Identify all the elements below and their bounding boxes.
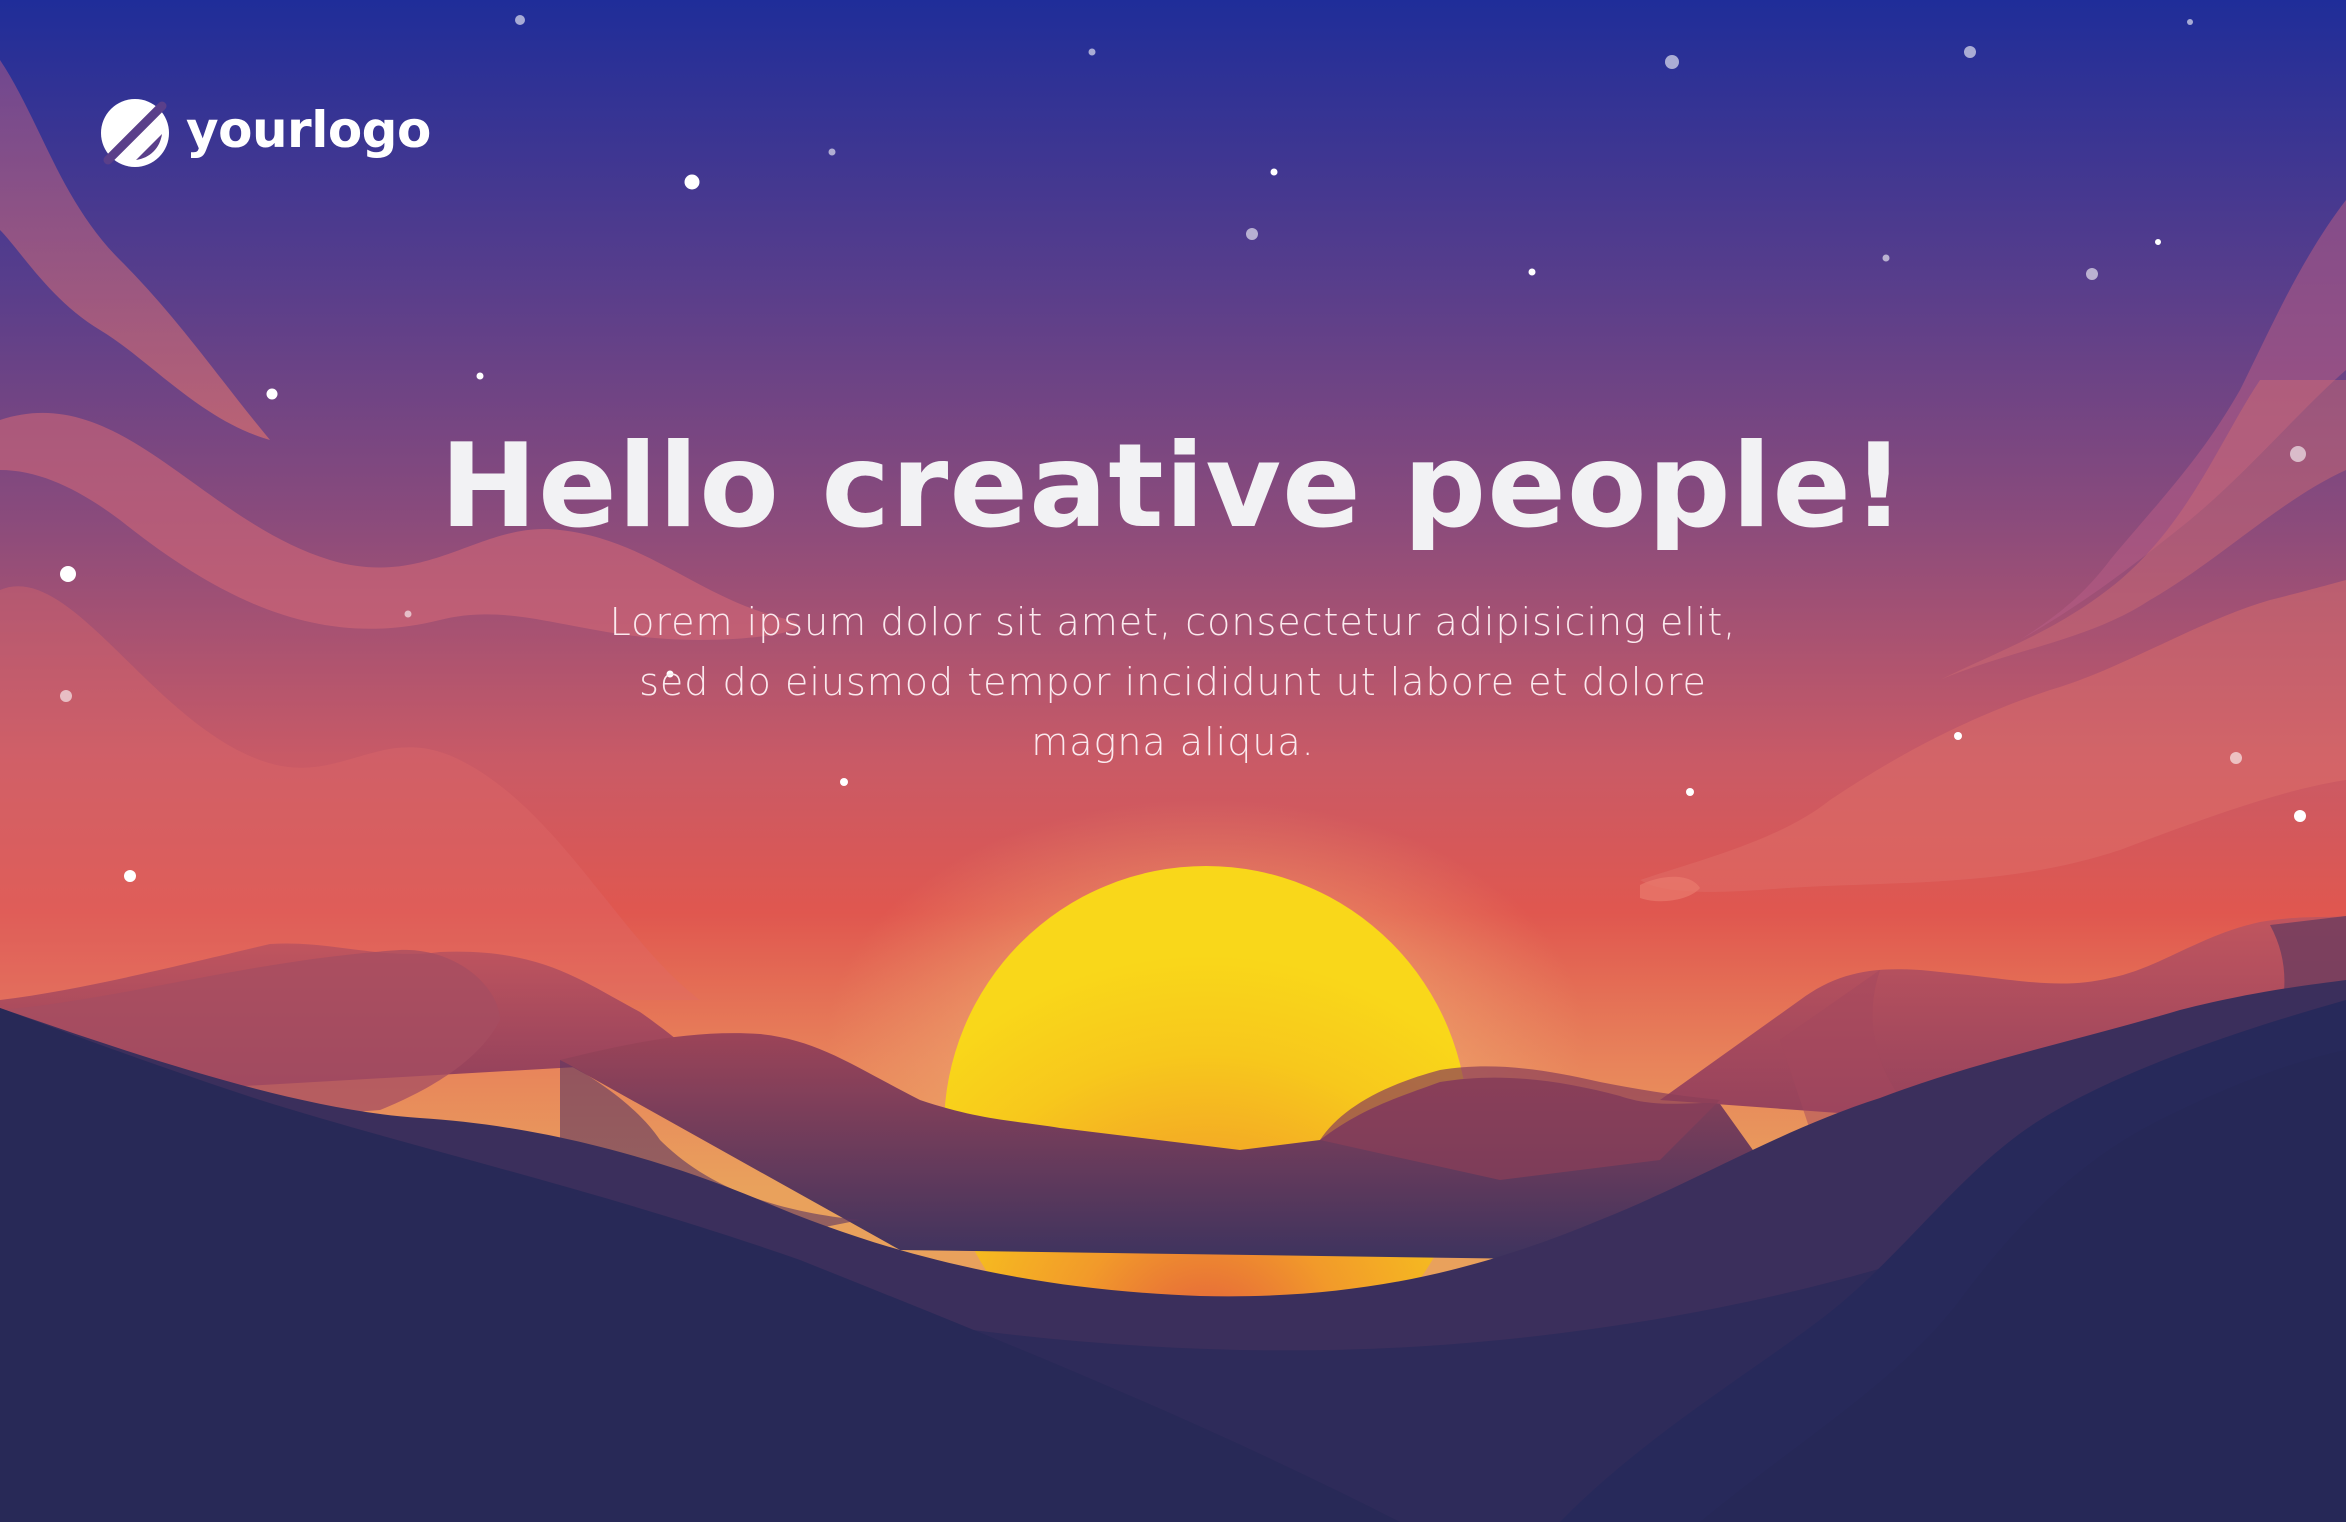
brand-name: yourlogo (186, 101, 431, 159)
brand-logo[interactable]: yourlogo (100, 98, 431, 168)
hero-subtitle: Lorem ipsum dolor sit amet, consectetur … (609, 600, 1737, 764)
leaf-slash-icon (101, 99, 169, 167)
hero-title: Hello creative people! (440, 419, 1906, 554)
hero-section: yourlogo Hello creative people! Lorem ip… (0, 0, 2346, 1522)
